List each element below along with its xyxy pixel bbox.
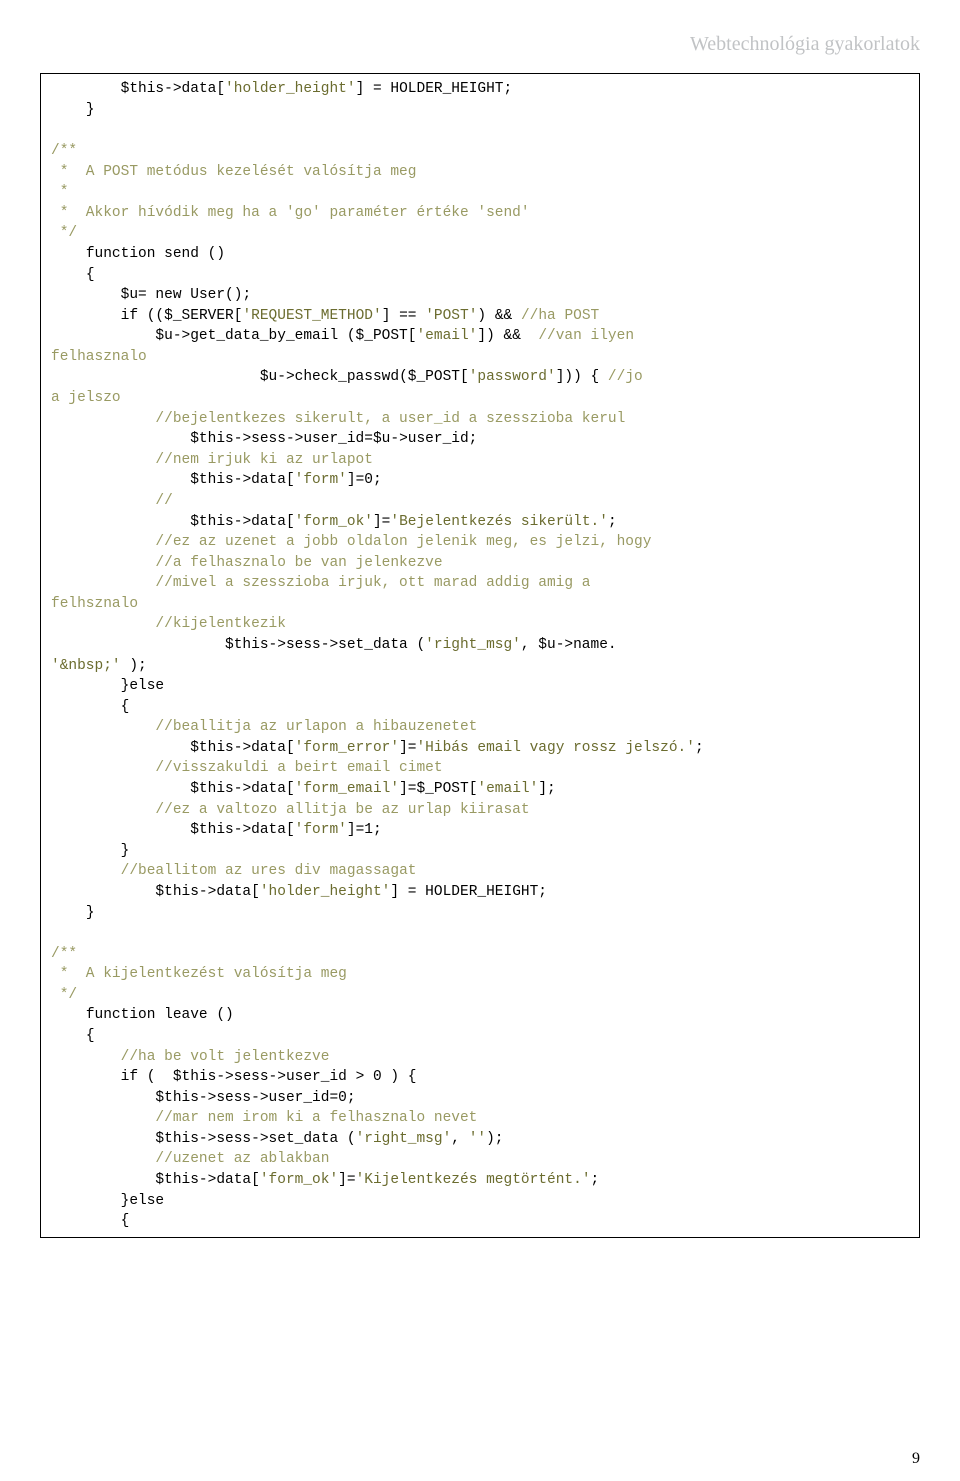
code-comment: * Akkor hívódik meg ha a 'go' paraméter … [51, 205, 530, 221]
code-comment: /** [51, 143, 77, 159]
code-line: $this->data['form']=0; [51, 472, 382, 488]
code-line: //ha be volt jelentkezve [51, 1049, 329, 1065]
code-line: // [51, 493, 173, 509]
code-line: $this->data['holder_height'] = HOLDER_HE… [51, 884, 547, 900]
code-line: //ez az uzenet a jobb oldalon jelenik me… [51, 534, 651, 550]
code-comment: * A kijelentkezést valósítja meg [51, 966, 347, 982]
code-line: //ez a valtozo allitja be az urlap kiira… [51, 802, 530, 818]
page-header: Webtechnológia gyakorlatok [40, 30, 920, 58]
code-line: $this->sess->set_data ('right_msg', $u->… [51, 637, 617, 653]
code-comment: felhasznalo [51, 349, 147, 365]
code-line: $this->sess->user_id=$u->user_id; [51, 431, 477, 447]
code-comment: */ [51, 225, 77, 241]
code-line: { [51, 1213, 129, 1229]
code-line: //visszakuldi a beirt email cimet [51, 760, 443, 776]
code-line: //beallitja az urlapon a hibauzenetet [51, 719, 477, 735]
code-line: } [51, 905, 95, 921]
code-comment: felhsznalo [51, 596, 138, 612]
code-comment: * [51, 184, 68, 200]
code-line: $this->sess->user_id=0; [51, 1090, 356, 1106]
code-line: //nem irjuk ki az urlapot [51, 452, 373, 468]
code-line: $u->check_passwd($_POST['password'])) { … [51, 369, 643, 385]
code-line: } [51, 102, 95, 118]
code-line: $this->data['form_ok']='Bejelentkezés si… [51, 514, 617, 530]
code-line: function send () [51, 246, 225, 262]
code-line: }else [51, 1193, 164, 1209]
code-line: $this->data['form']=1; [51, 822, 382, 838]
code-line: }else [51, 678, 164, 694]
code-line: } [51, 843, 129, 859]
code-line: if ( $this->sess->user_id > 0 ) { [51, 1069, 416, 1085]
code-line: $u= new User(); [51, 287, 251, 303]
code-line: $this->data['form_email']=$_POST['email'… [51, 781, 556, 797]
code-line: { [51, 267, 95, 283]
code-line: $this->data['form_ok']='Kijelentkezés me… [51, 1172, 599, 1188]
code-line: //mar nem irom ki a felhasznalo nevet [51, 1110, 477, 1126]
code-line: { [51, 699, 129, 715]
code-line: $this->sess->set_data ('right_msg', ''); [51, 1131, 504, 1147]
code-line: //a felhasznalo be van jelenkezve [51, 555, 443, 571]
code-comment: * A POST metódus kezelését valósítja meg [51, 164, 416, 180]
code-line: if (($_SERVER['REQUEST_METHOD'] == 'POST… [51, 308, 599, 324]
code-line: //mivel a szesszioba irjuk, ott marad ad… [51, 575, 591, 591]
page-number: 9 [912, 1448, 920, 1471]
code-line: $this->data['holder_height'] = HOLDER_HE… [51, 81, 512, 97]
code-line: $this->data['form_error']='Hibás email v… [51, 740, 704, 756]
code-line: //beallitom az ures div magassagat [51, 863, 416, 879]
code-line: $u->get_data_by_email ($_POST['email']) … [51, 328, 634, 344]
code-comment: a jelszo [51, 390, 121, 406]
page-container: Webtechnológia gyakorlatok $this->data['… [0, 0, 960, 1481]
code-line: //uzenet az ablakban [51, 1151, 329, 1167]
code-comment: /** [51, 946, 77, 962]
code-line: '&nbsp;' ); [51, 658, 147, 674]
code-line: function leave () [51, 1007, 234, 1023]
code-line: //bejelentkezes sikerult, a user_id a sz… [51, 411, 625, 427]
code-line: //kijelentkezik [51, 616, 286, 632]
code-comment: */ [51, 987, 77, 1003]
code-line: { [51, 1028, 95, 1044]
code-block: $this->data['holder_height'] = HOLDER_HE… [40, 73, 920, 1237]
